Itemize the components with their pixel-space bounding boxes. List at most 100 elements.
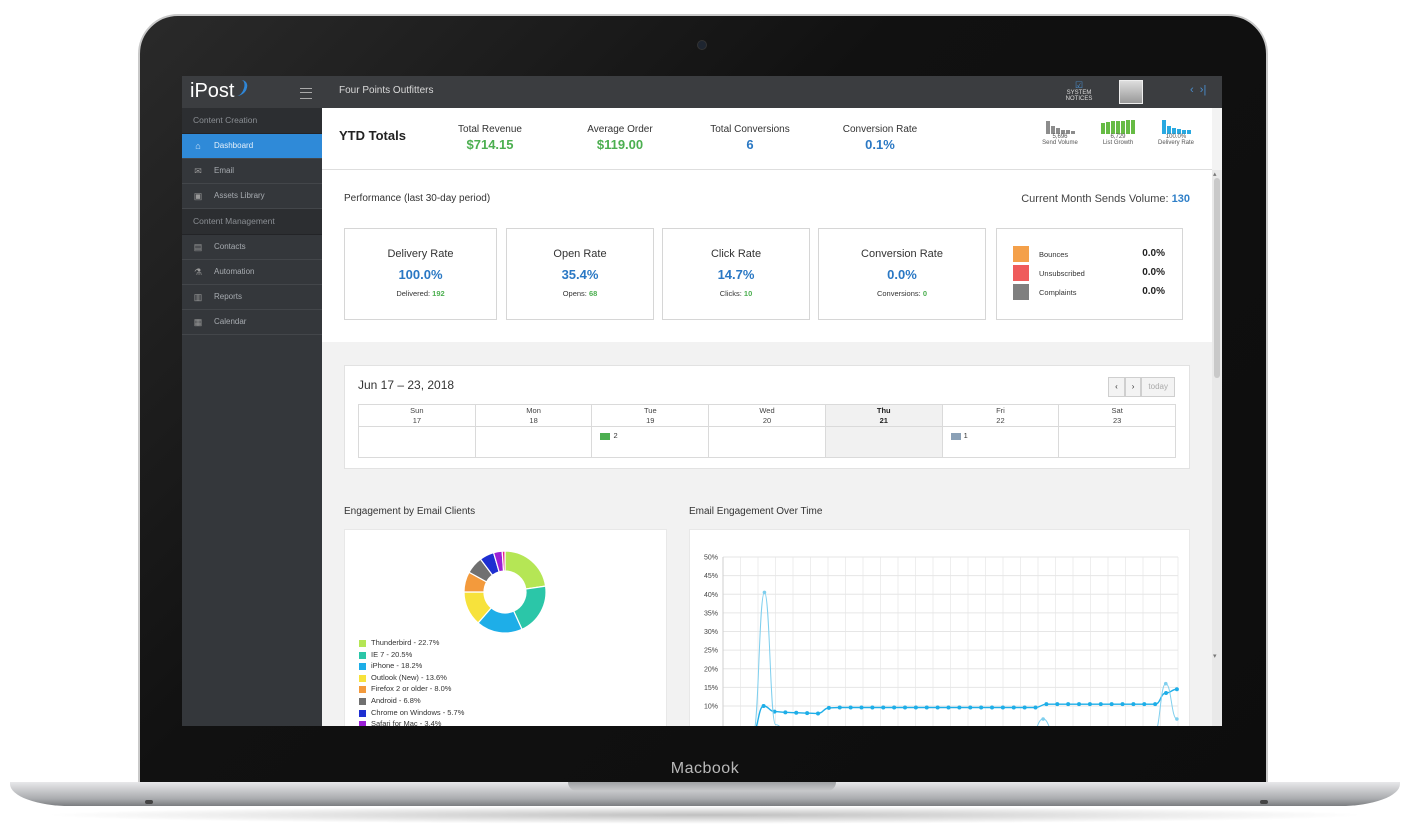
sidebar-item-calendar[interactable]: ▦ Calendar (182, 310, 322, 335)
calendar-today-button[interactable]: today (1141, 377, 1175, 397)
sidebar: Content Creation ⌂ Dashboard ✉ Email ▣ Asse… (182, 108, 322, 726)
y-tick-label: 35% (704, 610, 718, 617)
y-tick-label: 20% (704, 666, 718, 673)
card-label: Open Rate (553, 248, 607, 260)
calendar-day-mon[interactable]: Mon 18 (475, 405, 593, 457)
series-point (826, 705, 831, 710)
pie-legend-item[interactable]: Chrome on Windows - 5.7% (359, 708, 464, 720)
calendar-day-tue[interactable]: Tue 19 2 (592, 405, 710, 457)
y-tick-label: 40% (704, 592, 718, 599)
series-point (1011, 705, 1016, 710)
pie-legend-item[interactable]: Firefox 2 or older - 8.0% (359, 684, 464, 696)
sidebar-item-automation[interactable]: ⚗ Automation (182, 260, 322, 285)
card-click-rate: Click Rate 14.7% Clicks: 10 (662, 228, 810, 320)
sidebar-item-label: Reports (214, 292, 243, 301)
legend-label: IE 7 - 20.5% (371, 649, 413, 659)
series-point (1044, 702, 1049, 707)
avatar[interactable] (1119, 80, 1143, 104)
series-point (946, 705, 951, 710)
card-sub-value: 0 (922, 289, 928, 298)
pie-legend-item[interactable]: Thunderbird - 22.7% (359, 638, 464, 650)
kpi-label: Total Conversions (710, 124, 790, 135)
day-date: 22 (996, 416, 1005, 425)
card-sub-value: 10 (743, 289, 753, 298)
card-bounce-legend: Bounces 0.0% Unsubscribed 0.0% Complaints 0… (996, 228, 1183, 320)
spark-bar (1186, 129, 1191, 134)
legend-swatch (1013, 246, 1029, 262)
spark-label: Delivery Rate (1157, 140, 1194, 146)
calendar-day-sun[interactable]: Sun 17 (359, 405, 476, 457)
chevron-left-icon[interactable]: ‹ (1190, 84, 1194, 96)
collapse-right-icon[interactable]: ›| (1200, 84, 1207, 96)
system-notices-button[interactable]: ☑ SYSTEM NOTICES (1054, 80, 1104, 102)
legend-swatch (359, 697, 366, 705)
sidebar-item-reports[interactable]: ▥ Reports (182, 285, 322, 310)
sidebar-item-contacts[interactable]: ▤ Contacts (182, 235, 322, 260)
series-point (837, 705, 842, 710)
pie-legend-item[interactable]: iPhone - 18.2% (359, 661, 464, 673)
spark-bar (1106, 122, 1110, 134)
day-name: Thu (876, 406, 891, 415)
y-tick-label: 15% (704, 685, 718, 692)
top-nav-arrows: ‹ ›| (1190, 84, 1206, 96)
card-value: 35.4% (561, 267, 599, 282)
series-point (859, 705, 864, 710)
series-point (1033, 705, 1038, 710)
sidebar-item-label: Calendar (214, 317, 247, 326)
sidebar-item-email[interactable]: ✉ Email (182, 159, 322, 184)
day-date: 18 (529, 416, 538, 425)
address-book-icon: ▤ (193, 242, 203, 252)
series-point (1077, 702, 1082, 707)
series-point (1131, 702, 1136, 707)
calendar-next-button[interactable]: › (1124, 377, 1142, 397)
laptop-foot (1260, 800, 1268, 804)
legend-row-unsubscribed: Unsubscribed 0.0% (1013, 265, 1165, 281)
sends-label: Current Month Sends Volume: (1021, 193, 1169, 205)
calendar-day-wed[interactable]: Wed 20 (709, 405, 826, 457)
performance-title: Performance (last 30-day period) (344, 193, 491, 204)
logo[interactable]: iPost (190, 80, 250, 103)
card-sub-label: Clicks: (719, 289, 742, 298)
calendar-day-fri[interactable]: Fri 22 1 (942, 405, 1060, 457)
sidebar-item-assets-library[interactable]: ▣ Assets Library (182, 184, 322, 209)
scroll-thumb[interactable] (1214, 178, 1220, 378)
day-name: Fri (996, 406, 1005, 415)
day-date: 20 (762, 416, 772, 425)
pie-legend-item[interactable]: Android - 6.8% (359, 696, 464, 708)
scroll-up-icon[interactable]: ▴ (1213, 170, 1217, 178)
engagement-clients-card: Thunderbird - 22.7% IE 7 - 20.5% iPhone - … (344, 529, 667, 726)
kpi-average-order: Average Order $119.00 (565, 124, 675, 152)
spark-bars (1151, 118, 1201, 134)
card-sub: Opens: 68 (507, 289, 653, 298)
pie-legend-item[interactable]: IE 7 - 20.5% (359, 650, 464, 662)
app-screen: iPost Four Points Outfitters ☑ SYSTEM NOT… (182, 76, 1222, 726)
hamburger-menu-icon[interactable] (300, 88, 312, 99)
pie-slice[interactable] (504, 550, 547, 590)
sidebar-item-label: Dashboard (214, 141, 254, 150)
day-header: Mon 18 (475, 405, 592, 427)
sidebar-item-label: Email (214, 166, 235, 175)
series-point (1120, 702, 1125, 707)
legend-label: Android - 6.8% (371, 695, 421, 705)
sidebar-item-label: Assets Library (214, 191, 265, 200)
series-point (990, 705, 995, 710)
main-scrollbar[interactable]: ▴ ▾ (1212, 170, 1222, 726)
calendar-prev-button[interactable]: ‹ (1108, 377, 1125, 397)
sidebar-item-dashboard[interactable]: ⌂ Dashboard (182, 134, 322, 159)
spark-delivery-rate[interactable]: 100.0% Delivery Rate (1151, 118, 1201, 146)
calendar-day-thu[interactable]: Thu 21 (825, 405, 943, 457)
kpi-value: $119.00 (596, 137, 644, 152)
day-name: Mon (526, 406, 541, 415)
pie-legend-item[interactable]: Safari for Mac - 3.4% (359, 719, 464, 726)
spark-send-volume[interactable]: 5,696 Send Volume (1035, 118, 1085, 146)
spark-list-growth[interactable]: 6,729 List Growth (1093, 118, 1143, 146)
card-sub-label: Opens: (562, 289, 587, 298)
calendar-icon: ▦ (193, 317, 203, 327)
calendar-event[interactable]: 1 (950, 431, 968, 440)
scroll-down-icon[interactable]: ▾ (1213, 652, 1217, 660)
legend-swatch (359, 686, 366, 694)
calendar-event[interactable]: 2 (600, 431, 618, 440)
calendar-day-sat[interactable]: Sat 23 (1059, 405, 1176, 457)
pie-legend-item[interactable]: Outlook (New) - 13.6% (359, 673, 464, 685)
series-point (1087, 702, 1092, 707)
